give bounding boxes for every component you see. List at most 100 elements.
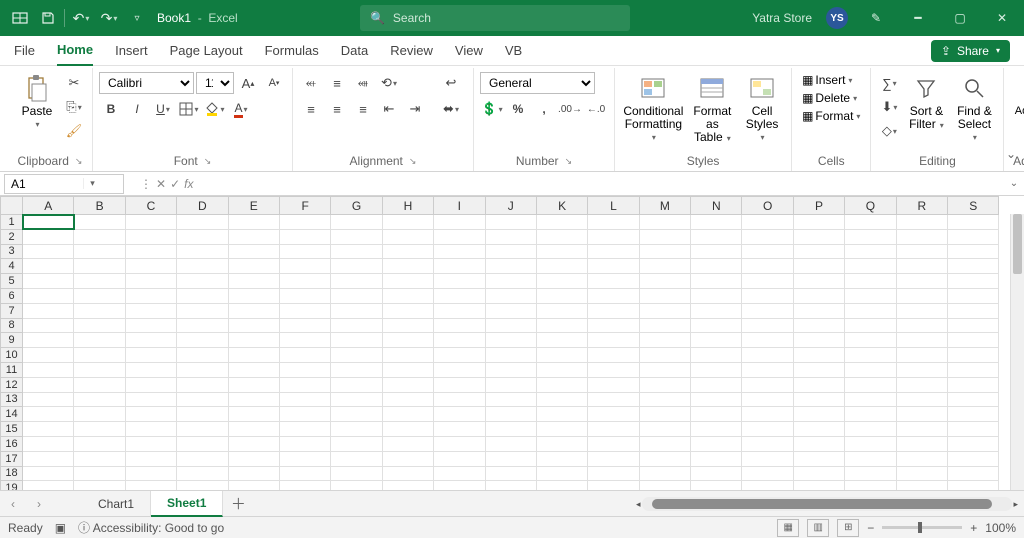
- column-header[interactable]: C: [125, 197, 176, 215]
- cell[interactable]: [23, 288, 74, 303]
- cell[interactable]: [228, 348, 279, 363]
- delete-cells-button[interactable]: ▦Delete▾: [798, 90, 864, 106]
- cell[interactable]: [948, 303, 999, 318]
- cell[interactable]: [279, 303, 330, 318]
- cell[interactable]: [639, 436, 690, 451]
- cell[interactable]: [177, 274, 228, 289]
- cell[interactable]: [331, 318, 382, 333]
- cell[interactable]: [691, 466, 742, 481]
- sheet-nav-prev-icon[interactable]: ‹: [0, 491, 26, 517]
- align-right-icon[interactable]: ≡: [351, 98, 375, 120]
- share-button[interactable]: ⇪Share▾: [931, 40, 1010, 62]
- cell[interactable]: [742, 392, 793, 407]
- cell[interactable]: [639, 377, 690, 392]
- cell[interactable]: [331, 466, 382, 481]
- cell[interactable]: [742, 244, 793, 259]
- column-header[interactable]: K: [536, 197, 587, 215]
- cancel-formula-icon[interactable]: ✕: [156, 177, 166, 191]
- accessibility-status[interactable]: ⓘ Accessibility: Good to go: [78, 519, 224, 536]
- column-header[interactable]: H: [382, 197, 433, 215]
- cell[interactable]: [536, 407, 587, 422]
- tab-page-layout[interactable]: Page Layout: [170, 36, 243, 66]
- qat-customize-icon[interactable]: ▿: [125, 6, 149, 30]
- underline-button[interactable]: U▾: [151, 98, 175, 120]
- decrease-decimal-icon[interactable]: ←.0: [584, 98, 608, 120]
- cell[interactable]: [125, 229, 176, 244]
- cell[interactable]: [177, 303, 228, 318]
- cell[interactable]: [485, 288, 536, 303]
- cell[interactable]: [588, 244, 639, 259]
- cell[interactable]: [331, 303, 382, 318]
- cell[interactable]: [896, 466, 947, 481]
- cell[interactable]: [331, 481, 382, 490]
- cell[interactable]: [948, 244, 999, 259]
- align-bottom-icon[interactable]: ⬵: [351, 72, 375, 94]
- cell[interactable]: [279, 451, 330, 466]
- cell[interactable]: [588, 259, 639, 274]
- cell[interactable]: [23, 274, 74, 289]
- cell[interactable]: [434, 466, 485, 481]
- font-dialog-icon[interactable]: ↘: [204, 156, 212, 167]
- cell[interactable]: [23, 259, 74, 274]
- increase-decimal-icon[interactable]: .00→: [558, 98, 582, 120]
- normal-view-icon[interactable]: ▦: [777, 519, 799, 537]
- row-header[interactable]: 17: [1, 451, 23, 466]
- cell[interactable]: [588, 348, 639, 363]
- cell[interactable]: [228, 229, 279, 244]
- column-header[interactable]: M: [639, 197, 690, 215]
- cell[interactable]: [845, 229, 896, 244]
- cell[interactable]: [331, 407, 382, 422]
- cell[interactable]: [382, 481, 433, 490]
- tab-formulas[interactable]: Formulas: [265, 36, 319, 66]
- cell[interactable]: [382, 215, 433, 230]
- maximize-icon[interactable]: ▢: [946, 4, 974, 32]
- cell[interactable]: [691, 318, 742, 333]
- avatar[interactable]: YS: [826, 7, 848, 29]
- cell[interactable]: [434, 481, 485, 490]
- cell[interactable]: [485, 377, 536, 392]
- cell[interactable]: [331, 259, 382, 274]
- merge-center-icon[interactable]: ⬌▾: [435, 98, 467, 120]
- cell[interactable]: [536, 259, 587, 274]
- cell[interactable]: [279, 392, 330, 407]
- cell[interactable]: [896, 348, 947, 363]
- align-left-icon[interactable]: ≡: [299, 98, 323, 120]
- cell[interactable]: [382, 422, 433, 437]
- cell[interactable]: [23, 362, 74, 377]
- cell[interactable]: [536, 274, 587, 289]
- close-icon[interactable]: ✕: [988, 4, 1016, 32]
- decrease-indent-icon[interactable]: ⇤: [377, 98, 401, 120]
- cell[interactable]: [639, 318, 690, 333]
- cell[interactable]: [125, 422, 176, 437]
- row-header[interactable]: 7: [1, 303, 23, 318]
- tab-view[interactable]: View: [455, 36, 483, 66]
- cell[interactable]: [639, 333, 690, 348]
- cell[interactable]: [845, 333, 896, 348]
- cell[interactable]: [228, 392, 279, 407]
- select-all-corner[interactable]: [1, 197, 23, 215]
- cell[interactable]: [434, 451, 485, 466]
- cell[interactable]: [536, 215, 587, 230]
- cell[interactable]: [23, 422, 74, 437]
- cell[interactable]: [331, 348, 382, 363]
- cell[interactable]: [896, 318, 947, 333]
- name-box-dropdown-icon[interactable]: ▾: [83, 178, 101, 189]
- cell[interactable]: [382, 229, 433, 244]
- cell[interactable]: [228, 451, 279, 466]
- column-header[interactable]: D: [177, 197, 228, 215]
- cell[interactable]: [125, 377, 176, 392]
- cell[interactable]: [793, 215, 844, 230]
- cell[interactable]: [896, 229, 947, 244]
- number-format-select[interactable]: General: [480, 72, 595, 94]
- save-icon[interactable]: [36, 6, 60, 30]
- cell[interactable]: [793, 333, 844, 348]
- cell[interactable]: [588, 318, 639, 333]
- cell[interactable]: [279, 422, 330, 437]
- cell[interactable]: [382, 333, 433, 348]
- cell[interactable]: [536, 348, 587, 363]
- row-header[interactable]: 2: [1, 229, 23, 244]
- decrease-font-icon[interactable]: A▾: [262, 72, 286, 94]
- orientation-icon[interactable]: ⟲▾: [377, 72, 401, 94]
- zoom-slider[interactable]: [882, 526, 962, 529]
- accounting-icon[interactable]: 💲▾: [480, 98, 504, 120]
